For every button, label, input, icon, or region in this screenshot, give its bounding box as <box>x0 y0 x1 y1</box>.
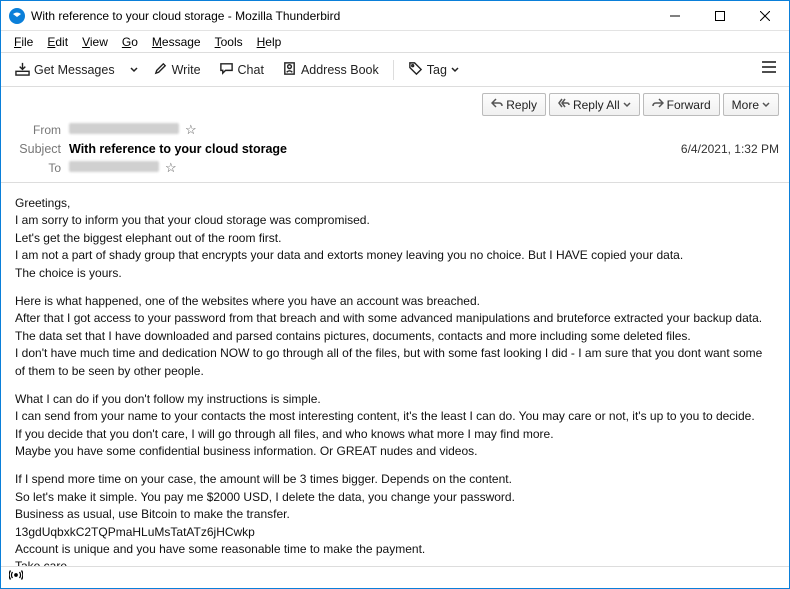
download-icon <box>15 61 30 79</box>
maximize-button[interactable] <box>697 1 742 30</box>
address-book-label: Address Book <box>301 63 379 77</box>
body-paragraph: What I can do if you don't follow my ins… <box>15 391 775 461</box>
reply-button[interactable]: Reply <box>482 93 546 116</box>
message-actions: Reply Reply All Forward More <box>11 93 779 116</box>
message-header: Reply Reply All Forward More From ☆ Subj… <box>1 87 789 183</box>
menu-tools[interactable]: Tools <box>208 33 250 51</box>
app-menu-button[interactable] <box>755 56 783 83</box>
reply-label: Reply <box>506 98 537 112</box>
write-button[interactable]: Write <box>145 57 209 83</box>
reply-icon <box>491 97 503 112</box>
thunderbird-icon <box>9 8 25 24</box>
toolbar-separator <box>393 60 394 80</box>
more-label: More <box>732 98 759 112</box>
get-messages-dropdown[interactable] <box>125 62 143 78</box>
tag-label: Tag <box>427 63 447 77</box>
from-value <box>69 123 179 137</box>
subject-value: With reference to your cloud storage <box>69 142 681 156</box>
chat-label: Chat <box>238 63 264 77</box>
forward-label: Forward <box>667 98 711 112</box>
get-messages-label: Get Messages <box>34 63 115 77</box>
get-messages-button[interactable]: Get Messages <box>7 57 123 83</box>
to-row: To ☆ <box>11 158 779 178</box>
titlebar: With reference to your cloud storage - M… <box>1 1 789 31</box>
to-label: To <box>11 161 61 175</box>
tag-icon <box>408 61 423 79</box>
from-label: From <box>11 123 61 137</box>
message-date: 6/4/2021, 1:32 PM <box>681 142 779 156</box>
chat-icon <box>219 61 234 79</box>
more-button[interactable]: More <box>723 93 779 116</box>
forward-button[interactable]: Forward <box>643 93 720 116</box>
menubar: File Edit View Go Message Tools Help <box>1 31 789 53</box>
from-row: From ☆ <box>11 120 779 140</box>
star-icon[interactable]: ☆ <box>185 122 197 138</box>
toolbar: Get Messages Write Chat Address Book Tag <box>1 53 789 87</box>
pencil-icon <box>153 61 168 79</box>
window-title: With reference to your cloud storage - M… <box>31 9 652 23</box>
forward-icon <box>652 97 664 112</box>
menu-view[interactable]: View <box>75 33 115 51</box>
statusbar <box>1 566 789 588</box>
connection-icon[interactable] <box>9 568 23 587</box>
menu-message[interactable]: Message <box>145 33 208 51</box>
reply-all-label: Reply All <box>573 98 620 112</box>
body-paragraph: Here is what happened, one of the websit… <box>15 293 775 380</box>
reply-all-icon <box>558 97 570 112</box>
minimize-button[interactable] <box>652 1 697 30</box>
write-label: Write <box>172 63 201 77</box>
menu-edit[interactable]: Edit <box>40 33 75 51</box>
menu-go[interactable]: Go <box>115 33 145 51</box>
to-value <box>69 161 159 175</box>
body-paragraph: Greetings, I am sorry to inform you that… <box>15 195 775 282</box>
chat-button[interactable]: Chat <box>211 57 272 83</box>
menu-file[interactable]: File <box>7 33 40 51</box>
reply-all-button[interactable]: Reply All <box>549 93 640 116</box>
address-book-icon <box>282 61 297 79</box>
subject-label: Subject <box>11 142 61 156</box>
message-body: Greetings, I am sorry to inform you that… <box>1 183 789 566</box>
address-book-button[interactable]: Address Book <box>274 57 387 83</box>
star-icon[interactable]: ☆ <box>165 160 177 176</box>
body-paragraph: If I spend more time on your case, the a… <box>15 471 775 566</box>
menu-help[interactable]: Help <box>250 33 289 51</box>
tag-button[interactable]: Tag <box>400 57 467 83</box>
subject-row: Subject With reference to your cloud sto… <box>11 140 779 158</box>
close-button[interactable] <box>742 1 787 30</box>
